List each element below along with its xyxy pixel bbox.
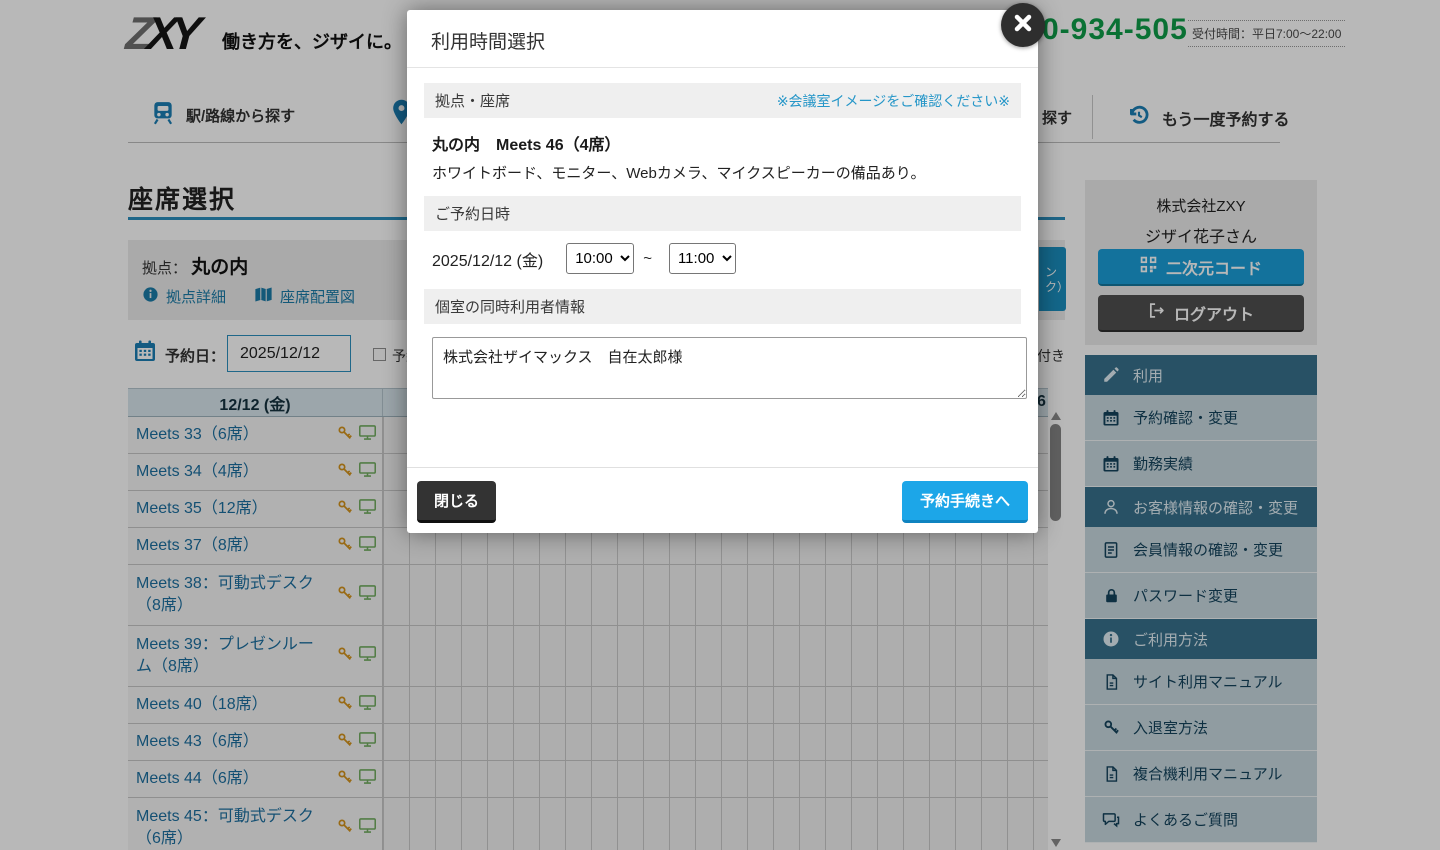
section-site-seat: 拠点・座席 ※会議室イメージをご確認ください※: [424, 83, 1021, 118]
proceed-button[interactable]: 予約手続きへ: [902, 481, 1028, 523]
companion-textarea[interactable]: 株式会社ザイマックス 自在太郎様: [432, 337, 1027, 399]
time-selection-modal: 利用時間選択 拠点・座席 ※会議室イメージをご確認ください※ 丸の内 Meets…: [407, 10, 1038, 533]
section-datetime-label: ご予約日時: [435, 203, 510, 224]
modal-room-description: ホワイトボード、モニター、Webカメラ、マイクスピーカーの備品あり。: [424, 157, 1021, 196]
end-time-select[interactable]: 11:00: [669, 243, 736, 274]
modal-date: 2025/12/12 (金): [432, 247, 543, 271]
modal-title: 利用時間選択: [407, 10, 1038, 67]
modal-footer: 閉じる 予約手続きへ: [407, 467, 1038, 533]
screen: ZXY 働き方を、ジザイに。 0-934-505 受付時間：平日7:00～22:…: [0, 0, 1440, 850]
time-range-separator: ~: [643, 250, 652, 267]
section-companion-label: 個室の同時利用者情報: [435, 296, 585, 317]
close-button[interactable]: 閉じる: [417, 481, 496, 523]
room-image-link[interactable]: ※会議室イメージをご確認ください※: [777, 91, 1010, 111]
modal-close-x-button[interactable]: [1001, 3, 1045, 47]
section-datetime: ご予約日時: [424, 196, 1021, 231]
close-icon: [1013, 13, 1033, 38]
section-site-label: 拠点・座席: [435, 90, 510, 111]
start-time-select[interactable]: 10:00: [566, 243, 634, 274]
modal-room-name: 丸の内 Meets 46（4席）: [424, 118, 1021, 157]
section-companion: 個室の同時利用者情報: [424, 289, 1021, 324]
